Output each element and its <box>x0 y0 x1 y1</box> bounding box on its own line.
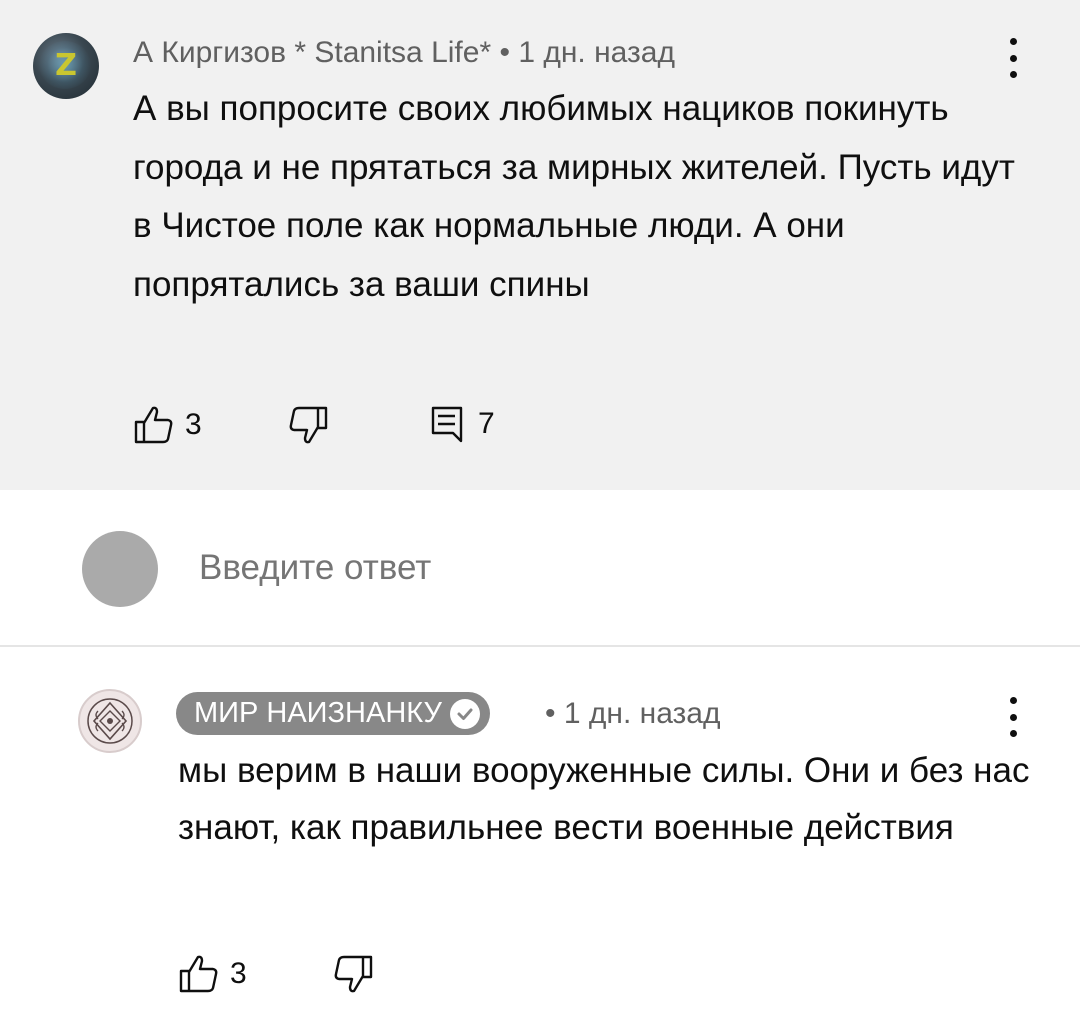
reply-count: 7 <box>478 407 495 440</box>
reply-author: МИР НАИЗНАНКУ <box>194 697 442 729</box>
comment-text: А вы попросите своих любимых нациков пок… <box>133 89 1015 304</box>
thumbs-down-icon <box>334 955 373 993</box>
like-button[interactable]: 3 <box>178 954 247 994</box>
divider <box>0 645 1080 647</box>
comment-meta: А Киргизов * Stanitsa Life* • 1 дн. наза… <box>133 36 675 70</box>
more-vertical-icon[interactable] <box>1006 38 1020 78</box>
verified-checkmark-icon <box>449 698 480 729</box>
thumbs-up-icon <box>179 955 218 993</box>
reply-input[interactable] <box>199 548 899 588</box>
dislike-button[interactable] <box>287 405 329 445</box>
commenter-avatar[interactable]: Z <box>33 33 99 99</box>
user-avatar <box>82 531 158 607</box>
meta-separator: • <box>499 36 510 69</box>
channel-avatar[interactable] <box>78 689 142 753</box>
dislike-button[interactable] <box>332 954 374 994</box>
comment-time[interactable]: 1 дн. назад <box>518 36 675 69</box>
thumbs-down-icon <box>289 406 328 444</box>
thumbs-up-icon <box>134 406 173 444</box>
ornament-logo-icon <box>87 698 133 744</box>
like-button[interactable]: 3 <box>133 405 202 445</box>
reply-text: мы верим в наши вооруженные силы. Они и … <box>178 751 1030 847</box>
avatar-letter: Z <box>55 48 77 83</box>
reply-meta: • 1 дн. назад <box>545 697 720 731</box>
comment-author[interactable]: А Киргизов * Stanitsa Life* <box>133 36 491 69</box>
comment-icon <box>431 406 463 443</box>
channel-name-badge[interactable]: МИР НАИЗНАНКУ <box>176 692 490 735</box>
reply-button[interactable]: 7 <box>430 405 495 443</box>
reply-time[interactable]: 1 дн. назад <box>564 697 721 730</box>
like-count: 3 <box>230 957 247 990</box>
like-count: 3 <box>185 408 202 441</box>
meta-separator: • <box>545 697 556 730</box>
more-vertical-icon[interactable] <box>1006 697 1020 737</box>
